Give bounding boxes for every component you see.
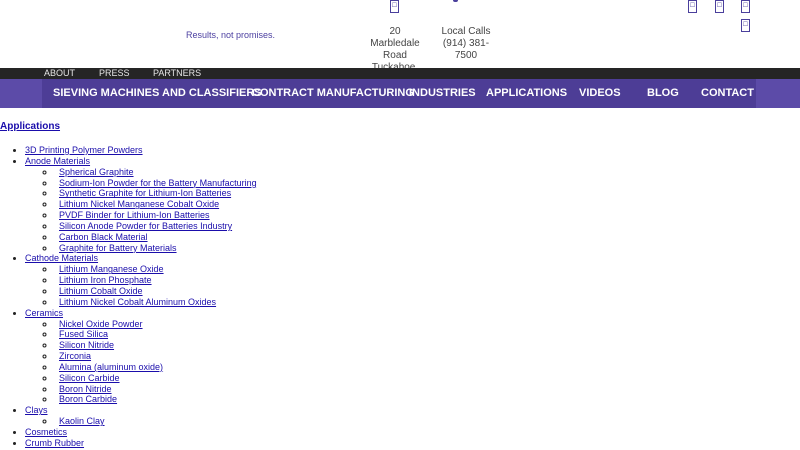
list-item: Boron Carbide <box>55 394 800 405</box>
list-item: Cathode Materials Lithium Manganese Oxid… <box>25 253 800 307</box>
applications-list: 3D Printing Polymer Powders Anode Materi… <box>0 145 800 449</box>
sub-application-link[interactable]: Silicon Carbide <box>55 373 120 383</box>
social-icon[interactable]: ☐ <box>390 0 399 13</box>
sub-application-link[interactable]: Silicon Nitride <box>55 340 114 350</box>
address-line: Road <box>383 50 407 61</box>
sub-application-link[interactable]: Boron Carbide <box>55 394 117 404</box>
sub-application-link[interactable]: Sodium-Ion Powder for the Battery Manufa… <box>55 178 257 188</box>
sub-application-link[interactable]: Lithium Cobalt Oxide <box>55 286 143 296</box>
applications-content: Applications 3D Printing Polymer Powders… <box>0 121 800 449</box>
social-icon[interactable]: ☐ <box>741 0 750 13</box>
sub-list: Spherical Graphite Sodium-Ion Powder for… <box>25 167 800 254</box>
application-link[interactable]: Crumb Rubber <box>25 438 84 448</box>
list-item: Silicon Carbide <box>55 373 800 384</box>
sub-application-link[interactable]: Lithium Nickel Cobalt Aluminum Oxides <box>55 297 216 307</box>
list-item: Lithium Nickel Manganese Cobalt Oxide <box>55 199 800 210</box>
utility-link-partners[interactable]: PARTNERS <box>153 68 201 79</box>
sub-application-link[interactable]: Spherical Graphite <box>55 167 134 177</box>
list-item: Clays Kaolin Clay <box>25 405 800 427</box>
sub-application-link[interactable]: Silicon Anode Powder for Batteries Indus… <box>55 221 232 231</box>
sub-application-link[interactable]: PVDF Binder for Lithium-Ion Batteries <box>55 210 210 220</box>
sub-application-link[interactable]: Alumina (aluminum oxide) <box>55 362 163 372</box>
application-link[interactable]: Ceramics <box>25 308 63 318</box>
list-item: Anode Materials Spherical Graphite Sodiu… <box>25 156 800 254</box>
nav-item-contract-manufacturing[interactable]: CONTRACT MANUFACTURING <box>252 79 414 108</box>
nav-item-sieving-machines[interactable]: SIEVING MACHINES AND CLASSIFIERS <box>53 79 262 108</box>
sub-application-link[interactable]: Carbon Black Material <box>55 232 148 242</box>
nav-item-applications[interactable]: APPLICATIONS <box>486 79 567 108</box>
sub-application-link[interactable]: Fused Silica <box>55 329 108 339</box>
application-link[interactable]: Cosmetics <box>25 427 67 437</box>
list-item: Crumb Rubber <box>25 438 800 449</box>
sub-application-link[interactable]: Nickel Oxide Powder <box>55 319 143 329</box>
address-line: 20 Marbledale <box>370 26 420 49</box>
utility-link-press[interactable]: PRESS <box>99 68 130 79</box>
list-item: 3D Printing Polymer Powders <box>25 145 800 156</box>
social-icon[interactable]: ☐ <box>741 19 750 32</box>
list-item: Spherical Graphite <box>55 167 800 178</box>
nav-item-videos[interactable]: VIDEOS <box>579 79 621 108</box>
sub-application-link[interactable]: Synthetic Graphite for Lithium-Ion Batte… <box>55 188 231 198</box>
sub-application-link[interactable]: Lithium Manganese Oxide <box>55 264 164 274</box>
sub-application-link[interactable]: Zirconia <box>55 351 91 361</box>
logo-icon[interactable] <box>453 0 458 2</box>
tagline: Results, not promises. <box>186 30 276 40</box>
list-item: Fused Silica <box>55 329 800 340</box>
utility-link-about[interactable]: ABOUT <box>44 68 75 79</box>
list-item: Synthetic Graphite for Lithium-Ion Batte… <box>55 188 800 199</box>
sub-application-link[interactable]: Lithium Iron Phosphate <box>55 275 152 285</box>
list-item: Zirconia <box>55 351 800 362</box>
application-link[interactable]: Anode Materials <box>25 156 90 166</box>
main-nav-inner: SIEVING MACHINES AND CLASSIFIERS CONTRAC… <box>42 79 756 108</box>
utility-nav: ABOUT PRESS PARTNERS <box>0 68 800 79</box>
phone-contact: Local Calls (914) 381-7500 <box>432 26 500 62</box>
list-item: Alumina (aluminum oxide) <box>55 362 800 373</box>
sub-list: Nickel Oxide Powder Fused Silica Silicon… <box>25 319 800 406</box>
list-item: Silicon Anode Powder for Batteries Indus… <box>55 221 800 232</box>
nav-item-contact[interactable]: CONTACT <box>701 79 754 108</box>
list-item: Nickel Oxide Powder <box>55 319 800 330</box>
sub-application-link[interactable]: Boron Nitride <box>55 384 112 394</box>
list-item: Cosmetics <box>25 427 800 438</box>
phone-number[interactable]: (914) 381-7500 <box>432 38 500 62</box>
list-item: Ceramics Nickel Oxide Powder Fused Silic… <box>25 308 800 406</box>
list-item: Lithium Iron Phosphate <box>55 275 800 286</box>
sub-application-link[interactable]: Graphite for Battery Materials <box>55 243 177 253</box>
list-item: Boron Nitride <box>55 384 800 395</box>
phone-label: Local Calls <box>441 26 491 37</box>
nav-item-blog[interactable]: BLOG <box>647 79 679 108</box>
sub-list: Kaolin Clay <box>25 416 800 427</box>
list-item: PVDF Binder for Lithium-Ion Batteries <box>55 210 800 221</box>
application-link[interactable]: 3D Printing Polymer Powders <box>25 145 143 155</box>
applications-heading-link[interactable]: Applications <box>0 121 800 132</box>
list-item: Lithium Cobalt Oxide <box>55 286 800 297</box>
list-item: Carbon Black Material <box>55 232 800 243</box>
sub-list: Lithium Manganese Oxide Lithium Iron Pho… <box>25 264 800 307</box>
list-item: Graphite for Battery Materials <box>55 243 800 254</box>
list-item: Lithium Nickel Cobalt Aluminum Oxides <box>55 297 800 308</box>
social-icon[interactable]: ☐ <box>715 0 724 13</box>
list-item: Silicon Nitride <box>55 340 800 351</box>
list-item: Lithium Manganese Oxide <box>55 264 800 275</box>
sub-application-link[interactable]: Kaolin Clay <box>55 416 105 426</box>
application-link[interactable]: Cathode Materials <box>25 253 98 263</box>
sub-application-link[interactable]: Lithium Nickel Manganese Cobalt Oxide <box>55 199 219 209</box>
list-item: Sodium-Ion Powder for the Battery Manufa… <box>55 178 800 189</box>
list-item: Kaolin Clay <box>55 416 800 427</box>
site-header: ☐ ☐ ☐ ☐ ☐ Results, not promises. 20 Marb… <box>0 0 800 97</box>
nav-item-industries[interactable]: INDUSTRIES <box>409 79 476 108</box>
main-nav: SIEVING MACHINES AND CLASSIFIERS CONTRAC… <box>0 79 800 108</box>
application-link[interactable]: Clays <box>25 405 48 415</box>
social-icon[interactable]: ☐ <box>688 0 697 13</box>
